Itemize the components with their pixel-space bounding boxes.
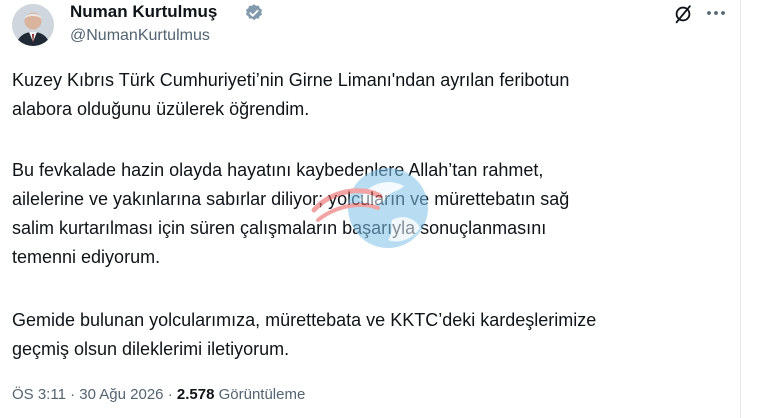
author-name[interactable]: Numan Kurtulmuş <box>70 2 217 22</box>
tweet-header: Numan Kurtulmuş @NumanKurtulmus <box>8 0 738 58</box>
tweet-paragraph: Bu fevkalade hazin olayda hayatını kaybe… <box>12 160 570 267</box>
meta-separator: · <box>70 386 76 403</box>
tweet-meta: ÖS 3:11 · 30 Ağu 2026 · 2.578 Görüntülem… <box>12 386 305 403</box>
card-border <box>740 0 741 418</box>
views-label: Görüntüleme <box>218 386 306 403</box>
tweet-paragraph: Kuzey Kıbrıs Türk Cumhuriyeti’nin Girne … <box>12 70 570 119</box>
tweet-date[interactable]: 30 Ağu 2026 <box>79 386 163 403</box>
views-count: 2.578 <box>176 386 215 403</box>
grok-slash-icon[interactable] <box>672 3 694 25</box>
tweet-paragraph: Gemide bulunan yolcularımıza, mürettebat… <box>12 310 597 359</box>
meta-separator: · <box>167 386 173 403</box>
tweet-time[interactable]: ÖS 3:11 <box>12 386 66 403</box>
tweet-card: Numan Kurtulmuş @NumanKurtulmus Kuzey Kı… <box>0 0 770 418</box>
verified-badge-icon <box>246 4 262 21</box>
more-dots-icon[interactable] <box>704 2 728 24</box>
author-avatar[interactable] <box>12 4 54 46</box>
watermark-globe-icon <box>311 168 428 248</box>
author-handle[interactable]: @NumanKurtulmus <box>70 27 210 45</box>
